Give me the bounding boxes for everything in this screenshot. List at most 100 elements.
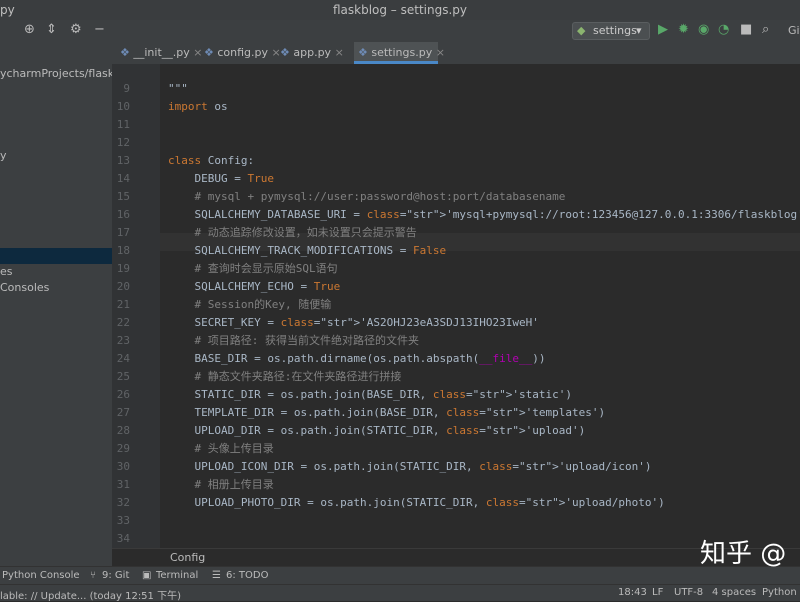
git-tab[interactable]: 9: Git	[102, 570, 129, 581]
code-line: SQLALCHEMY_ECHO = True	[168, 280, 341, 293]
project-item[interactable]: es	[0, 264, 13, 280]
line-number: 14	[116, 172, 130, 185]
line-number: 12	[116, 136, 130, 149]
file-encoding[interactable]: UTF-8	[674, 587, 703, 598]
code-line: TEMPLATE_DIR = os.path.join(BASE_DIR, cl…	[168, 406, 606, 419]
line-number: 23	[116, 334, 130, 347]
terminal-tab[interactable]: Terminal	[156, 570, 198, 581]
tab-settings[interactable]: ❖ settings.py ×	[354, 42, 445, 64]
run-icon[interactable]: ▶	[658, 22, 668, 37]
code-line: # 项目路径: 获得当前文件绝对路径的文件夹	[168, 334, 419, 347]
python-file-icon: ❖	[120, 46, 130, 59]
profile-icon[interactable]: ◔	[718, 22, 729, 37]
search-icon[interactable]: ⌕	[762, 22, 769, 37]
line-separator[interactable]: LF	[652, 587, 663, 598]
line-number: 24	[116, 352, 130, 365]
line-number: 29	[116, 442, 130, 455]
chevron-down-icon: ▾	[636, 24, 642, 37]
line-number: 15	[116, 190, 130, 203]
status-bar: lable: // Update... (today 12:51 下午) 18:…	[0, 584, 800, 602]
code-line: """	[168, 82, 188, 95]
line-number: 25	[116, 370, 130, 383]
coverage-icon[interactable]: ◉	[698, 22, 709, 37]
project-item[interactable]: y	[0, 148, 7, 164]
close-icon[interactable]: ×	[193, 46, 202, 59]
line-number: 34	[116, 532, 130, 545]
git-label[interactable]: Git	[788, 24, 800, 37]
python-file-icon: ❖	[358, 46, 368, 59]
tab-label: __init__.py	[133, 46, 190, 59]
code-line: UPLOAD_DIR = os.path.join(STATIC_DIR, cl…	[168, 424, 586, 437]
code-line: # Session的Key, 随便输	[168, 298, 332, 311]
target-icon[interactable]: ⊕	[24, 22, 35, 37]
tab-config[interactable]: ❖ config.py ×	[204, 42, 281, 64]
debug-icon[interactable]: ✹	[678, 22, 689, 37]
scratches-consoles[interactable]: Consoles	[0, 280, 49, 296]
close-icon[interactable]: ×	[335, 46, 344, 59]
run-config-label: settings	[593, 24, 637, 37]
code-line: BASE_DIR = os.path.dirname(os.path.abspa…	[168, 352, 546, 365]
selected-row[interactable]	[0, 248, 112, 264]
python-icon: ◆	[577, 24, 586, 37]
code-line: class Config:	[168, 154, 255, 167]
code-line: UPLOAD_PHOTO_DIR = os.path.join(STATIC_D…	[168, 496, 665, 509]
line-number: 22	[116, 316, 130, 329]
project-panel: ycharmProjects/flaskb y es Consoles	[0, 42, 121, 566]
line-number: 16	[116, 208, 130, 221]
code-line: # 头像上传目录	[168, 442, 274, 455]
python-file-icon: ❖	[280, 46, 290, 59]
tab-label: app.py	[293, 46, 332, 59]
line-number: 28	[116, 424, 130, 437]
tab-label: settings.py	[371, 46, 433, 59]
line-number: 26	[116, 388, 130, 401]
todo-tab[interactable]: 6: TODO	[226, 570, 268, 581]
python-console-tab[interactable]: Python Console	[2, 570, 80, 581]
interpreter[interactable]: Python 3	[762, 587, 800, 598]
line-number: 13	[116, 154, 130, 167]
code-line: # 查询时会显示原始SQL语句	[168, 262, 338, 275]
line-number: 19	[116, 262, 130, 275]
code-line: DEBUG = True	[168, 172, 274, 185]
run-config-select[interactable]: ◆ settings ▾	[572, 22, 650, 40]
hide-icon[interactable]: −	[94, 22, 105, 37]
watermark: 知乎 @	[700, 539, 787, 569]
code-line: SECRET_KEY = class="str">'AS2OHJ23eA3SDJ…	[168, 316, 539, 329]
code-line: # mysql + pymysql://user:password@host:p…	[168, 190, 566, 203]
tool-window-bar: Python Console ⑂ 9: Git ▣ Terminal ☰ 6: …	[0, 566, 800, 585]
line-number: 31	[116, 478, 130, 491]
collapse-icon[interactable]: ⇕	[46, 22, 57, 37]
line-number: 11	[116, 118, 130, 131]
code-editor[interactable]: """ import os class Config: DEBUG = True #…	[160, 64, 800, 548]
caret-position[interactable]: 18:43	[618, 587, 647, 598]
code-line: STATIC_DIR = os.path.join(BASE_DIR, clas…	[168, 388, 572, 401]
close-icon[interactable]: ×	[436, 46, 445, 59]
code-line: UPLOAD_ICON_DIR = os.path.join(STATIC_DI…	[168, 460, 652, 473]
gear-icon[interactable]: ⚙	[70, 22, 82, 37]
window-title: flaskblog – settings.py	[332, 3, 468, 17]
git-icon: ⑂	[90, 570, 96, 581]
line-gutter: 9 10 11 12 13 14 15 16 17 18 19 20 21 22 23 24 25 26 27 28 2…	[112, 64, 160, 548]
main-toolbar: ⊕ ⇕ ⚙ − ◆ settings ▾ ▶ ✹ ◉ ◔ ■ ⌕ Git	[0, 20, 800, 42]
line-number: 27	[116, 406, 130, 419]
breadcrumb: Config	[112, 548, 800, 567]
code-line: # 动态追踪修改设置，如未设置只会提示警告	[168, 226, 417, 239]
line-number: 18	[116, 244, 130, 257]
todo-icon: ☰	[212, 570, 221, 581]
tab-label: config.py	[217, 46, 269, 59]
stop-icon[interactable]: ■	[740, 22, 752, 37]
code-line: SQLALCHEMY_TRACK_MODIFICATIONS = False	[168, 244, 447, 257]
indent-setting[interactable]: 4 spaces	[712, 587, 756, 598]
tab-app[interactable]: ❖ app.py ×	[280, 42, 344, 64]
line-number: 10	[116, 100, 130, 113]
line-number: 9	[123, 82, 130, 95]
code-line: # 静态文件夹路径:在文件夹路径进行拼接	[168, 370, 402, 383]
project-path[interactable]: ycharmProjects/flaskb	[0, 66, 121, 82]
terminal-icon: ▣	[142, 570, 152, 581]
code-line: # 相册上传目录	[168, 478, 274, 491]
breadcrumb-item[interactable]: Config	[170, 551, 205, 564]
code-line: SQLALCHEMY_DATABASE_URI = class="str">'m…	[168, 208, 800, 221]
line-number: 32	[116, 496, 130, 509]
title-bar: py flaskblog – settings.py	[0, 0, 800, 20]
tab-init[interactable]: ❖ __init__.py ×	[120, 42, 202, 64]
line-number: 33	[116, 514, 130, 527]
